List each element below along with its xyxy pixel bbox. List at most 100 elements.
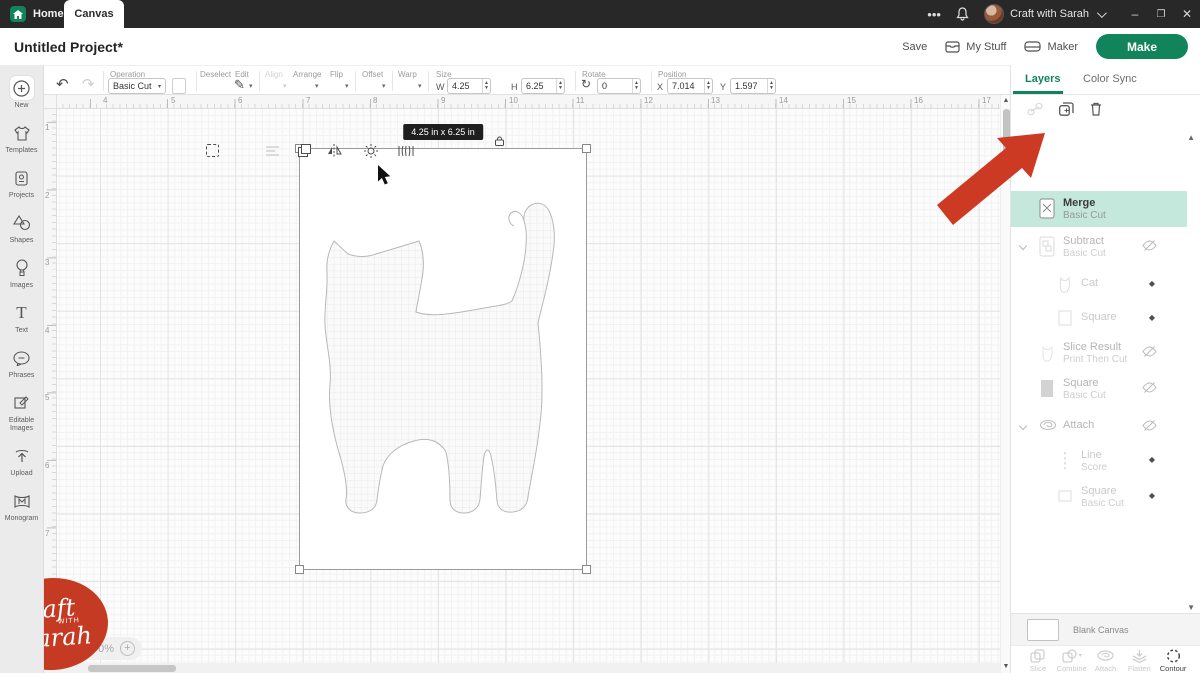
monogram-frame-icon — [10, 489, 34, 513]
contour-button[interactable]: Contour — [1156, 648, 1190, 673]
chevron-down-icon[interactable] — [1019, 242, 1027, 250]
combine-icon: ▾ — [1062, 648, 1082, 663]
offset-caret-icon[interactable]: ▾ — [382, 82, 386, 90]
zoom-in-icon[interactable]: + — [120, 641, 135, 656]
tab-layers[interactable]: Layers — [1025, 73, 1060, 85]
layer-title: Line — [1081, 448, 1107, 462]
layer-row-line-score[interactable]: LineScore ◆ — [1011, 443, 1187, 479]
overflow-menu-icon[interactable]: ••• — [920, 7, 948, 22]
make-button[interactable]: Make — [1096, 34, 1188, 59]
ruler-corner — [44, 95, 57, 109]
machine-select-button[interactable]: Maker — [1024, 41, 1078, 53]
save-label: Save — [902, 41, 927, 53]
visibility-off-icon[interactable] — [1142, 381, 1157, 394]
group-icon — [1027, 102, 1043, 116]
layer-row-subtract[interactable]: SubtractBasic Cut — [1011, 229, 1187, 265]
width-stepper[interactable]: ▲▼ — [482, 79, 490, 93]
window-minimize-icon[interactable]: – — [1122, 7, 1148, 21]
width-input[interactable] — [448, 81, 482, 91]
window-titlebar: Home Canvas ••• Craft with Sarah – ❐ ✕ — [0, 0, 1200, 28]
canvas-tab[interactable]: Canvas — [64, 0, 124, 28]
blank-canvas-swatch[interactable] — [1027, 619, 1059, 641]
position-y-input[interactable] — [731, 81, 767, 91]
sidebar-item-projects[interactable]: Projects — [0, 160, 44, 205]
sidebar-item-text[interactable]: T Text — [0, 295, 44, 340]
account-chevron-down-icon[interactable] — [1097, 8, 1107, 18]
home-tab[interactable]: Home — [10, 0, 64, 28]
layer-color-swatch[interactable] — [172, 78, 186, 94]
cat-layer-icon — [1057, 274, 1073, 294]
sidebar-item-images[interactable]: Images — [0, 250, 44, 295]
sidebar-item-shapes[interactable]: Shapes — [0, 205, 44, 250]
visibility-off-icon[interactable] — [1142, 419, 1157, 432]
project-title[interactable]: Untitled Project* — [14, 39, 123, 55]
resize-handle-top-right[interactable] — [582, 144, 591, 153]
height-stepper[interactable]: ▲▼ — [556, 79, 564, 93]
width-label: W — [436, 82, 445, 92]
layers-scroll-down-icon[interactable]: ▼ — [1187, 603, 1195, 612]
flatten-button: Flatten — [1122, 648, 1156, 673]
visibility-off-icon[interactable] — [1142, 345, 1157, 358]
sidebar-item-upload[interactable]: Upload — [0, 438, 44, 483]
position-x-stepper[interactable]: ▲▼ — [704, 79, 712, 93]
resize-handle-bottom-left[interactable] — [295, 565, 304, 574]
notifications-bell-icon[interactable] — [948, 7, 976, 21]
window-restore-icon[interactable]: ❐ — [1148, 9, 1174, 20]
operation-diamond-icon: ◆ — [1149, 455, 1155, 464]
undo-icon[interactable]: ↶ — [56, 78, 69, 91]
sidebar-item-label: Phrases — [9, 372, 35, 380]
layer-title: Cat — [1081, 276, 1098, 290]
layer-row-attach[interactable]: Attach — [1011, 409, 1187, 443]
resize-handle-bottom-right[interactable] — [582, 565, 591, 574]
slice-icon — [1030, 648, 1045, 663]
tab-color-sync[interactable]: Color Sync — [1083, 73, 1137, 85]
flip-caret-icon[interactable]: ▾ — [345, 82, 349, 90]
arrange-icon[interactable] — [298, 144, 311, 157]
layer-row-square-filled[interactable]: SquareBasic Cut — [1011, 371, 1187, 407]
rotate-icon[interactable]: ↻ — [581, 78, 591, 91]
sidebar-item-phrases[interactable]: Phrases — [0, 340, 44, 385]
sidebar-item-editable-images[interactable]: Editable Images — [0, 385, 44, 438]
user-avatar[interactable] — [984, 4, 1004, 24]
position-x-input[interactable] — [668, 81, 704, 91]
chevron-down-icon[interactable] — [1019, 422, 1027, 430]
rotate-input[interactable] — [598, 81, 632, 91]
offset-icon[interactable] — [364, 144, 378, 158]
layer-row-square-basic-cut[interactable]: SquareBasic Cut ◆ — [1011, 479, 1187, 515]
warp-caret-icon[interactable]: ▾ — [418, 82, 422, 90]
delete-trash-icon[interactable] — [1090, 102, 1102, 116]
horizontal-scroll-thumb[interactable] — [88, 665, 176, 672]
my-stuff-button[interactable]: My Stuff — [945, 41, 1006, 53]
deselect-icon[interactable] — [206, 144, 219, 157]
rotate-stepper[interactable]: ▲▼ — [632, 79, 640, 93]
edit-pencil-icon[interactable]: ✎ — [234, 78, 245, 91]
blank-canvas-row[interactable]: Blank Canvas — [1011, 613, 1200, 645]
account-name[interactable]: Craft with Sarah — [1010, 8, 1089, 20]
align-label: Align — [265, 70, 283, 79]
duplicate-icon[interactable] — [1059, 102, 1074, 116]
position-y-stepper[interactable]: ▲▼ — [767, 79, 775, 93]
sidebar-item-templates[interactable]: Templates — [0, 115, 44, 160]
layer-row-square-child[interactable]: Square ◆ — [1011, 301, 1187, 335]
edit-caret-icon[interactable]: ▾ — [249, 82, 253, 90]
visibility-off-icon[interactable] — [1142, 239, 1157, 252]
lock-aspect-icon[interactable] — [494, 136, 505, 146]
save-button[interactable]: Save — [902, 41, 927, 53]
align-caret-icon: ▾ — [283, 82, 287, 90]
layer-row-cat[interactable]: Cat ◆ — [1011, 267, 1187, 301]
sidebar-item-new[interactable]: New — [0, 70, 44, 115]
operation-select[interactable]: Basic Cut▾ — [108, 78, 166, 94]
window-close-icon[interactable]: ✕ — [1174, 7, 1200, 21]
warp-icon[interactable] — [398, 145, 414, 157]
selected-image-cat-card[interactable]: 4.25 in x 6.25 in — [299, 148, 587, 570]
sidebar-item-monogram[interactable]: Monogram — [0, 483, 44, 528]
canvas-horizontal-scrollbar[interactable] — [44, 663, 1000, 673]
arrange-caret-icon[interactable]: ▾ — [315, 82, 319, 90]
filled-square-layer-icon — [1039, 378, 1055, 399]
redo-icon[interactable]: ↷ — [82, 78, 95, 91]
offset-label: Offset — [362, 70, 383, 79]
layers-scroll-up-icon[interactable]: ▲ — [1187, 133, 1195, 142]
layer-row-slice-result[interactable]: Slice ResultPrint Then Cut — [1011, 335, 1187, 371]
flip-icon[interactable] — [328, 144, 342, 157]
height-input[interactable] — [522, 81, 556, 91]
